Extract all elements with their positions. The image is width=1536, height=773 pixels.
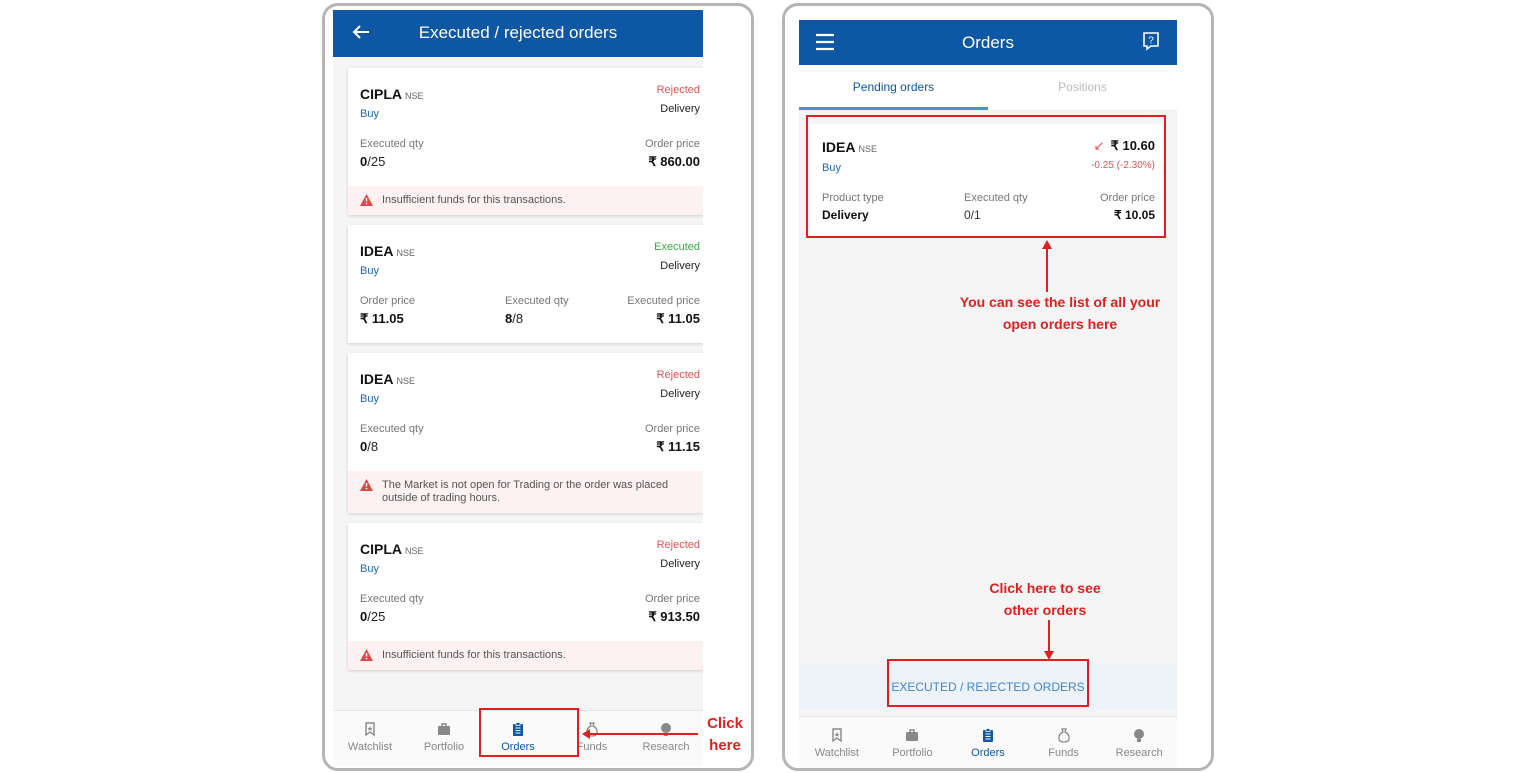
exchange-label: NSE (396, 376, 415, 386)
bookmark-icon (832, 728, 842, 743)
clipboard-icon (982, 728, 993, 742)
page: Executed / rejected orders CIPLA NSE Buy … (0, 0, 1536, 773)
app-bar: Executed / rejected orders (333, 10, 703, 57)
stock-name: CIPLA NSE (360, 86, 424, 102)
error-message: The Market is not open for Trading or th… (348, 471, 703, 513)
left-annotation-arrow (582, 729, 698, 739)
order-card[interactable]: IDEA NSE Buy Executed Delivery Order pric… (348, 225, 703, 343)
briefcase-icon (438, 723, 450, 735)
product-type: Delivery (660, 388, 700, 400)
click-here-annotation: Click here (707, 715, 743, 754)
bookmark-icon (365, 722, 375, 737)
open-orders-annotation: You can see the list of all your open or… (959, 294, 1161, 332)
nav-item-portfolio[interactable]: Portfolio (407, 711, 481, 766)
bulb-icon (1134, 729, 1145, 742)
tab-pending-orders[interactable]: Pending orders (799, 65, 988, 110)
list-annotation-arrow (1042, 240, 1052, 292)
app-bar: Orders ? (799, 20, 1177, 65)
other-orders-annotation: Click here to see other orders (989, 580, 1101, 618)
pending-order-highlight (806, 115, 1166, 238)
status-badge: Rejected (656, 369, 700, 381)
executed-link-highlight (887, 659, 1089, 707)
order-field: Executed qty 0/8 (360, 423, 424, 454)
nav-item-watchlist[interactable]: Watchlist (333, 711, 407, 766)
nav-item-portfolio[interactable]: Portfolio (875, 717, 951, 768)
page-title: Executed / rejected orders (418, 23, 618, 42)
order-card[interactable]: IDEA NSE Buy Rejected Delivery Executed q… (348, 353, 703, 513)
svg-text:?: ? (1148, 36, 1154, 47)
stock-name: IDEA NSE (360, 243, 415, 259)
briefcase-icon (906, 729, 919, 741)
order-field: Executed price ₹ 11.05 (627, 295, 700, 326)
order-side: Buy (360, 393, 379, 405)
orders-list: CIPLA NSE Buy Rejected Delivery Executed … (348, 68, 703, 680)
order-field: Executed qty 8/8 (505, 295, 569, 326)
tab-positions[interactable]: Positions (988, 65, 1177, 110)
click-annotation-arrow (1044, 620, 1054, 660)
order-side: Buy (360, 563, 379, 575)
order-field: Executed qty 0/25 (360, 138, 424, 169)
product-type: Delivery (660, 558, 700, 570)
warning-icon (360, 479, 373, 491)
executed-orders-screen: Executed / rejected orders CIPLA NSE Buy … (333, 10, 703, 766)
nav-item-orders[interactable]: Orders (950, 717, 1026, 768)
stock-name: IDEA NSE (360, 371, 415, 387)
orders-tabs: Pending orders Positions (799, 65, 1177, 111)
nav-item-research[interactable]: Research (1101, 717, 1177, 768)
order-field: Order price ₹ 913.50 (644, 593, 700, 624)
order-field: Order price ₹ 11.05 (360, 295, 416, 326)
warning-icon (360, 649, 373, 661)
nav-item-funds[interactable]: Funds (1026, 717, 1102, 768)
exchange-label: NSE (405, 91, 424, 101)
stock-name: CIPLA NSE (360, 541, 424, 557)
exchange-label: NSE (396, 248, 415, 258)
exchange-label: NSE (405, 546, 424, 556)
left-phone-frame: Executed / rejected orders CIPLA NSE Buy … (322, 3, 754, 771)
order-card[interactable]: CIPLA NSE Buy Rejected Delivery Executed … (348, 68, 703, 215)
order-field: Order price ₹ 11.15 (644, 423, 700, 454)
order-card[interactable]: CIPLA NSE Buy Rejected Delivery Executed … (348, 523, 703, 670)
bottom-nav: Watchlist Portfolio Orders Funds Research (799, 716, 1177, 768)
status-badge: Rejected (656, 84, 700, 96)
page-title: Orders (962, 33, 1014, 52)
product-type: Delivery (660, 103, 700, 115)
warning-icon (360, 194, 373, 206)
order-side: Buy (360, 108, 379, 120)
product-type: Delivery (660, 260, 700, 272)
help-chat-icon[interactable]: ? (1141, 31, 1161, 51)
nav-item-watchlist[interactable]: Watchlist (799, 717, 875, 768)
error-message: Insufficient funds for this transactions… (348, 186, 703, 215)
order-field: Order price ₹ 860.00 (644, 138, 700, 169)
order-side: Buy (360, 265, 379, 277)
error-message: Insufficient funds for this transactions… (348, 641, 703, 670)
order-field: Executed qty 0/25 (360, 593, 424, 624)
money-bag-icon (1057, 728, 1070, 743)
orders-tab-highlight (479, 708, 579, 757)
status-badge: Executed (654, 241, 700, 253)
status-badge: Rejected (656, 539, 700, 551)
